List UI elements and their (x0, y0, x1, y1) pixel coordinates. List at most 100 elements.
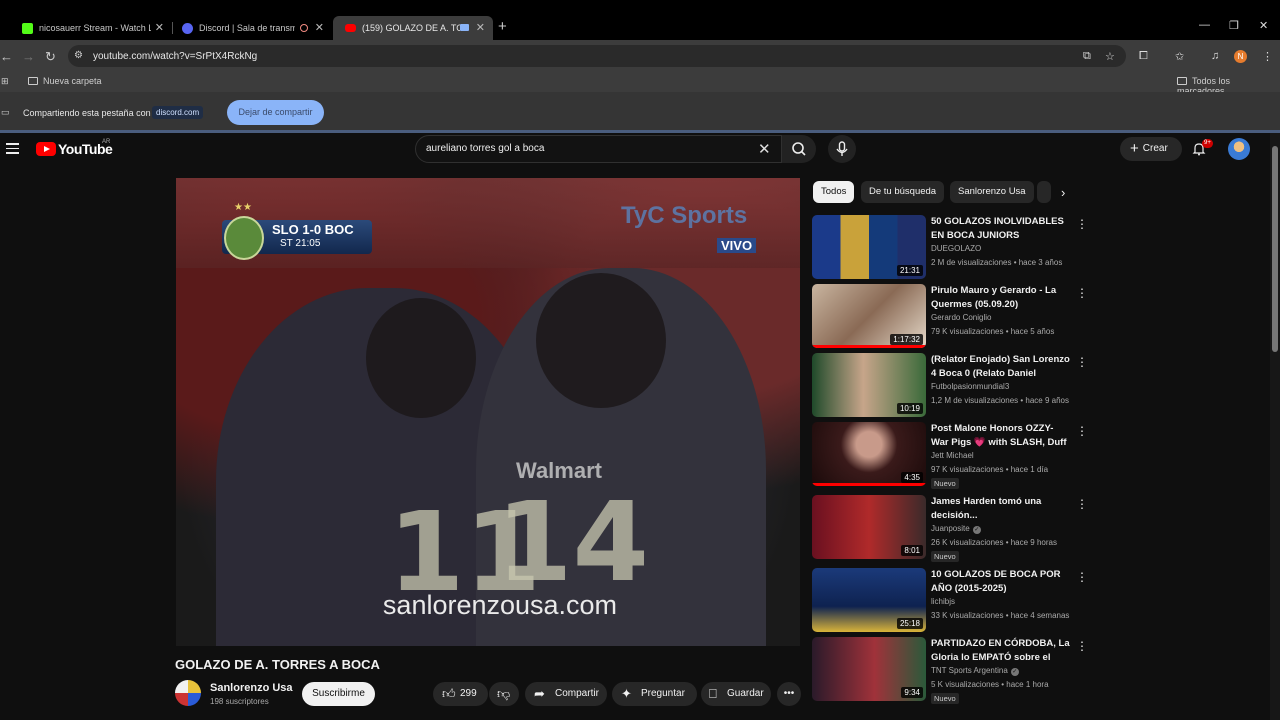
recommendation-item[interactable]: 9:34 PARTIDAZO EN CÓRDOBA, La Gloria lo … (812, 637, 1088, 704)
chip-sanlorenzo-usa[interactable]: Sanlorenzo Usa (950, 181, 1034, 203)
new-tab-button[interactable]: + (498, 18, 507, 35)
minimize-icon[interactable]: — (1199, 19, 1210, 31)
bookmark-folder[interactable]: Nueva carpeta (28, 76, 102, 86)
share-button[interactable]: ➦ Compartir (525, 682, 607, 706)
like-button[interactable]: 👍︎ 299 (433, 682, 488, 706)
favorites-icon[interactable]: ✩ (1175, 50, 1184, 63)
tab-close-icon[interactable]: ✕ (315, 21, 324, 34)
ask-button[interactable]: ✦ Preguntar (612, 682, 697, 706)
recommendation-channel[interactable]: Jett Michael (931, 451, 974, 460)
more-actions-button[interactable]: ••• (777, 682, 801, 706)
match-clock: ST 21:05 (280, 238, 321, 249)
watch-progress-bar (812, 483, 926, 486)
video-thumbnail[interactable]: 1:17:32 (812, 284, 926, 348)
media-control-icon[interactable]: ♫ (1211, 50, 1219, 62)
reload-icon[interactable]: ↻ (45, 49, 56, 65)
profile-avatar[interactable]: N (1234, 50, 1247, 63)
chevron-right-icon[interactable]: › (1061, 185, 1065, 200)
scrollbar-thumb[interactable] (1272, 146, 1278, 352)
recommendation-item[interactable]: 8:01 James Harden tomó una decisión... J… (812, 495, 1088, 562)
browser-tab-discord[interactable]: Discord | Sala de transmisión ✕ (170, 16, 332, 40)
jersey-number: 14 (496, 478, 650, 606)
url-text[interactable]: youtube.com/watch?v=SrPtX4RckNg (93, 51, 257, 62)
search-button[interactable] (782, 135, 816, 163)
recommendation-channel[interactable]: Gerardo Coniglio (931, 313, 991, 322)
channel-name[interactable]: Sanlorenzo Usa (210, 682, 293, 694)
window-close-icon[interactable]: ✕ (1259, 19, 1268, 32)
search-input[interactable]: aureliano torres gol a boca (426, 143, 544, 154)
recommendation-channel[interactable]: DUEGOLAZO (931, 244, 981, 253)
recommendation-channel[interactable]: lichibjs (931, 597, 955, 606)
share-label: Compartir (555, 688, 599, 699)
subscriber-count: 198 suscriptores (210, 697, 269, 706)
more-vertical-icon[interactable]: ⋮ (1076, 497, 1088, 511)
more-vertical-icon[interactable]: ⋮ (1076, 286, 1088, 300)
video-thumbnail[interactable]: 4:35 (812, 422, 926, 486)
subscribe-button[interactable]: Suscribirme (302, 682, 375, 706)
recommendation-meta: 97 K visualizaciones • hace 1 día (931, 465, 1049, 474)
recommendation-item[interactable]: 1:17:32 Pirulo Mauro y Gerardo - La Quer… (812, 284, 1088, 350)
stop-sharing-button[interactable]: Dejar de compartir (227, 100, 324, 125)
recommendation-title[interactable]: 10 GOLAZOS DE BOCA POR AÑO (2015-2025) (931, 568, 1071, 595)
extensions-icon[interactable]: ⧠ (1139, 50, 1148, 63)
recommendation-title[interactable]: Pirulo Mauro y Gerardo - La Quermes (05.… (931, 284, 1071, 311)
new-badge: Nuevo (931, 478, 959, 489)
video-thumbnail[interactable]: 9:34 (812, 637, 926, 701)
browser-tab-kick[interactable]: nicosauerr Stream - Watch Live ✕ (10, 16, 172, 40)
recommendation-title[interactable]: PARTIDAZO EN CÓRDOBA, La Gloria lo EMPAT… (931, 637, 1071, 664)
video-thumbnail[interactable]: 25:18 (812, 568, 926, 632)
sparkle-icon: ✦ (621, 686, 632, 701)
tab-close-icon[interactable]: ✕ (476, 21, 485, 34)
recommendation-meta: 79 K visualizaciones • hace 5 años (931, 327, 1055, 336)
folder-icon (1177, 77, 1187, 85)
more-vertical-icon[interactable]: ⋮ (1076, 570, 1088, 584)
forward-icon[interactable]: → (22, 49, 35, 64)
video-thumbnail[interactable]: 8:01 (812, 495, 926, 559)
recommendation-item[interactable]: 21:31 50 GOLAZOS INOLVIDABLES EN BOCA JU… (812, 215, 1088, 281)
chip-truncated[interactable] (1037, 181, 1051, 203)
create-button[interactable]: + Crear (1120, 137, 1182, 161)
recommendation-channel[interactable]: Futbolpasionmundial3 (931, 382, 1009, 391)
recommendation-channel[interactable]: Juanposite ✓ (931, 524, 981, 534)
chip-de-tu-busqueda[interactable]: De tu búsqueda (861, 181, 945, 203)
clear-search-icon[interactable]: ✕ (758, 140, 771, 158)
more-vertical-icon[interactable]: ⋮ (1076, 217, 1088, 231)
dislike-button[interactable]: 👎︎ (489, 682, 519, 706)
hamburger-menu-icon[interactable] (6, 143, 19, 157)
more-vertical-icon[interactable]: ⋮ (1076, 355, 1088, 369)
share-arrow-icon: ➦ (534, 686, 545, 701)
chip-todos[interactable]: Todos (813, 181, 855, 203)
recommendation-title[interactable]: Post Malone Honors OZZY-War Pigs 💗 with … (931, 422, 1071, 449)
bookmark-star-icon[interactable]: ☆ (1105, 50, 1115, 63)
thumbs-down-icon: 👎︎ (497, 686, 511, 701)
recommendation-title[interactable]: James Harden tomó una decisión... (931, 495, 1071, 522)
recommendation-item[interactable]: 4:35 Post Malone Honors OZZY-War Pigs 💗 … (812, 422, 1088, 489)
youtube-logo[interactable]: YouTube (36, 141, 113, 157)
video-thumbnail[interactable]: 10:19 (812, 353, 926, 417)
recording-indicator-icon (300, 24, 308, 32)
account-avatar[interactable] (1228, 138, 1250, 160)
save-button[interactable]: ⎕ Guardar (701, 682, 771, 706)
browser-tab-youtube[interactable]: (159) GOLAZO DE A. TORRES A BOCA ✕ (333, 16, 493, 40)
voice-search-button[interactable] (828, 135, 856, 163)
notification-badge: 9+ (1202, 139, 1213, 148)
tab-close-icon[interactable]: ✕ (155, 21, 164, 34)
recommendation-title[interactable]: 50 GOLAZOS INOLVIDABLES EN BOCA JUNIORS (931, 215, 1071, 242)
more-vertical-icon[interactable]: ⋮ (1076, 639, 1088, 653)
recommendation-meta: 2 M de visualizaciones • hace 3 años (931, 258, 1063, 267)
recommendation-title[interactable]: (Relator Enojado) San Lorenzo 4 Boca 0 (… (931, 353, 1071, 380)
recommendation-channel[interactable]: TNT Sports Argentina ✓ (931, 666, 1019, 676)
recommendation-item[interactable]: 10:19 (Relator Enojado) San Lorenzo 4 Bo… (812, 353, 1088, 419)
channel-avatar[interactable] (175, 680, 201, 706)
video-player[interactable]: 11 14 Walmart ★★ SLO 1-0 BOC ST 21:05 Ty… (176, 178, 800, 646)
back-icon[interactable]: ← (0, 49, 13, 64)
apps-grid-icon[interactable]: ⊞ (1, 76, 9, 87)
more-vertical-icon[interactable]: ⋮ (1076, 424, 1088, 438)
site-info-icon[interactable]: ⚙ (74, 50, 86, 61)
player-head (366, 298, 476, 418)
install-app-icon[interactable]: ⧉ (1083, 50, 1091, 63)
maximize-icon[interactable]: ❐ (1229, 19, 1239, 32)
video-thumbnail[interactable]: 21:31 (812, 215, 926, 279)
recommendation-item[interactable]: 25:18 10 GOLAZOS DE BOCA POR AÑO (2015-2… (812, 568, 1088, 634)
browser-menu-icon[interactable]: ⋮ (1262, 50, 1273, 63)
